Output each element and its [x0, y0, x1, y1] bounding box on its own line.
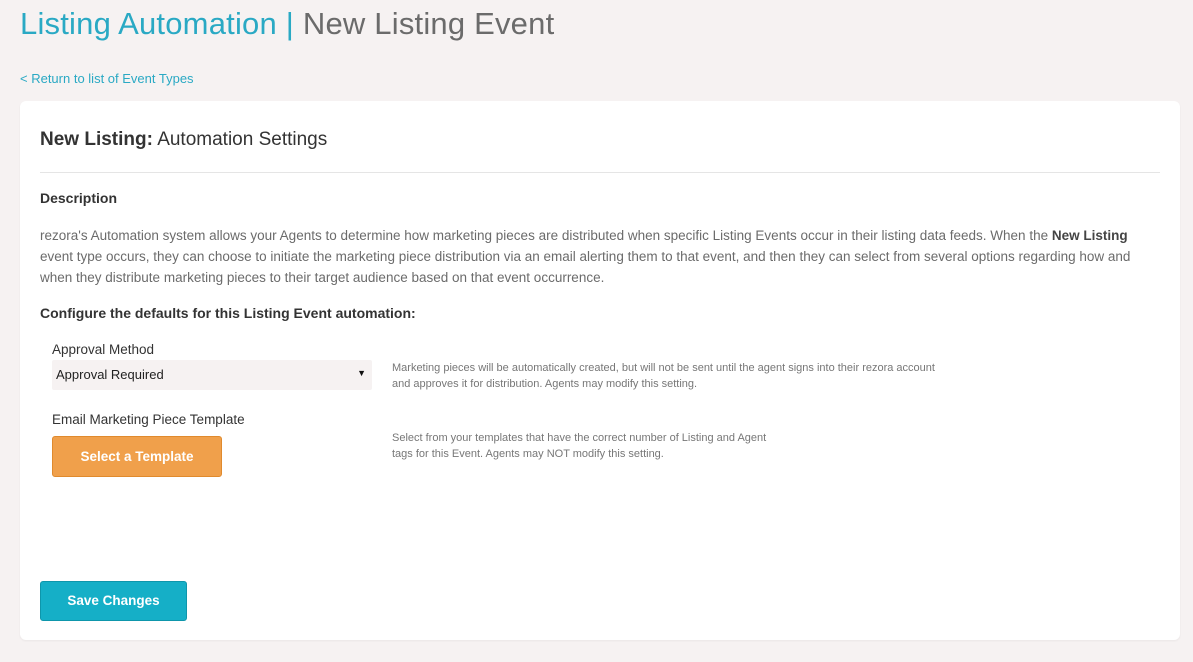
description-part-2: event type occurs, they can choose to in… [40, 249, 1131, 285]
config-heading: Configure the defaults for this Listing … [40, 305, 416, 321]
page-subtitle: New Listing Event [302, 6, 555, 41]
description-part-1: rezora's Automation system allows your A… [40, 228, 1052, 243]
approval-method-help: Marketing pieces will be automatically c… [392, 362, 935, 390]
card-title-settings: Automation Settings [157, 129, 328, 150]
template-help: Select from your templates that have the… [392, 432, 767, 460]
caret-down-icon: ▼ [357, 368, 366, 378]
select-template-button[interactable]: Select a Template [52, 436, 222, 477]
app-title: Listing Automation [20, 6, 277, 41]
page-title: Listing Automation | New Listing Event [20, 4, 554, 44]
save-changes-button[interactable]: Save Changes [40, 581, 187, 621]
settings-card: New Listing: Automation Settings Descrip… [20, 101, 1180, 640]
approval-method-value: Approval Required [56, 367, 164, 382]
template-label: Email Marketing Piece Template [52, 412, 245, 427]
description-event-name: New Listing [1051, 228, 1128, 243]
back-to-event-types-link[interactable]: < Return to list of Event Types [20, 71, 194, 86]
title-separator: | [285, 6, 295, 41]
card-title-event: New Listing: [40, 129, 153, 150]
approval-method-select[interactable]: Approval Required ▼ [52, 360, 372, 390]
description-text: rezora's Automation system allows your A… [40, 225, 1140, 288]
card-title: New Listing: Automation Settings [40, 129, 327, 151]
description-heading: Description [40, 190, 118, 206]
approval-method-label: Approval Method [52, 342, 155, 357]
divider [40, 172, 1160, 173]
